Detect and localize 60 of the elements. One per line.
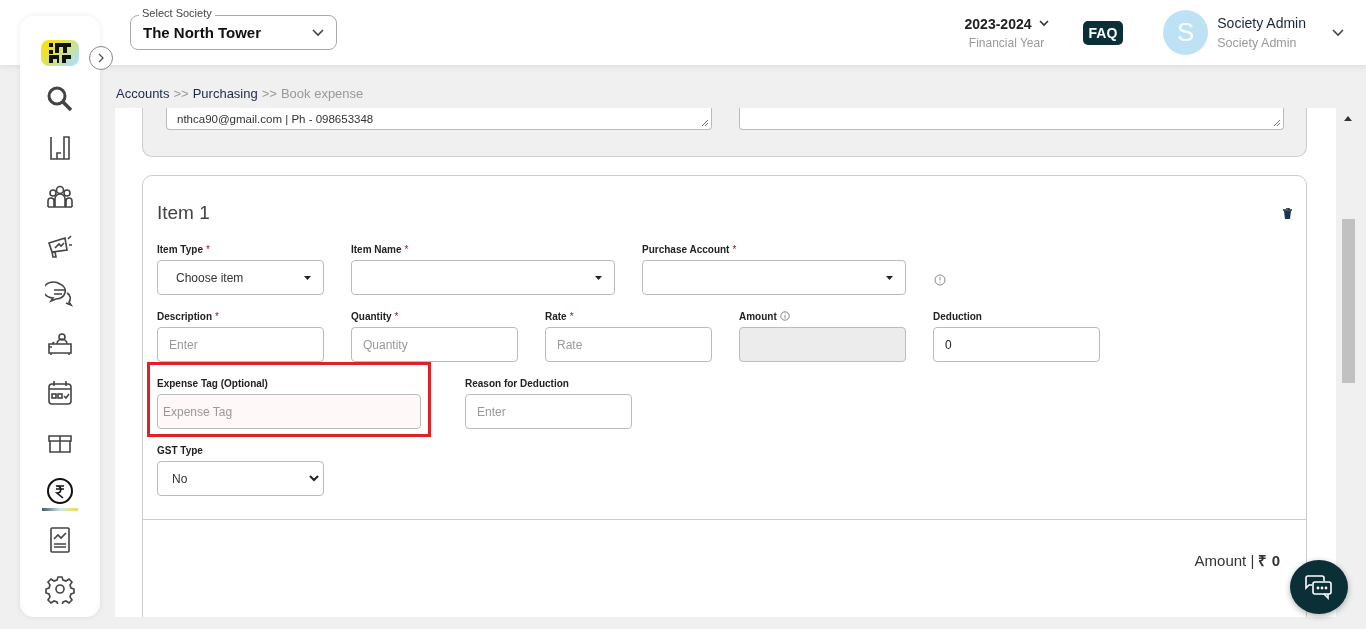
breadcrumb-link[interactable]: Accounts	[116, 86, 170, 108]
financial-year-caption: Financial Year	[968, 35, 1045, 50]
faq-button[interactable]: FAQ	[1082, 20, 1124, 45]
input-field[interactable]: Expense Tag	[157, 394, 421, 429]
required-mark: *	[205, 243, 210, 255]
avatar: S	[1163, 10, 1209, 55]
caret-down-icon	[304, 275, 311, 280]
financial-year-value[interactable]: 2023-2024	[964, 15, 1032, 32]
input-field[interactable]: Enter	[157, 327, 324, 362]
field-label: Deduction	[933, 310, 982, 322]
required-mark: *	[732, 243, 737, 255]
field-label: Reason for Deduction	[465, 377, 569, 389]
user-role: Society Admin	[1217, 36, 1298, 50]
required-mark: *	[404, 243, 409, 255]
dropdown[interactable]: Choose item	[157, 260, 324, 295]
calendar-icon	[45, 378, 75, 408]
resize-grip-icon[interactable]	[1273, 119, 1281, 127]
scroll-up-arrow-icon[interactable]	[1344, 116, 1352, 121]
chat-bubbles-icon	[1304, 573, 1334, 601]
gear-icon	[45, 574, 75, 604]
chevron-right-icon	[96, 53, 106, 63]
chevron-down-icon	[312, 28, 324, 37]
field-label: Amount	[739, 310, 777, 322]
field-label: GST Type	[157, 444, 203, 456]
text-area[interactable]: nthca90@gmail.com | Ph - 098653348	[166, 108, 712, 130]
input-field[interactable]: 0	[933, 327, 1100, 362]
society-name: The North Tower	[143, 24, 262, 41]
breadcrumb-separator: >>	[261, 86, 277, 103]
search-icon	[45, 84, 75, 114]
field-label: Item Type	[157, 243, 203, 255]
trash-icon[interactable]	[1283, 207, 1292, 219]
caret-down-icon	[595, 275, 602, 280]
rupee-icon	[45, 476, 75, 506]
expand-sidebar-button[interactable]	[89, 46, 113, 70]
user-name: Society Admin	[1217, 15, 1306, 31]
required-mark: *	[394, 310, 399, 322]
field-label: Item Name	[351, 243, 402, 255]
field-label: Description	[157, 310, 212, 322]
chevron-down-icon	[309, 475, 319, 482]
chevron-down-icon	[1038, 20, 1049, 27]
item-title: Item 1	[157, 202, 210, 224]
required-mark: *	[215, 310, 219, 322]
field-label: Rate	[545, 310, 567, 322]
input-field[interactable]: Rate	[545, 327, 712, 362]
field-label: Quantity	[351, 310, 392, 322]
resize-grip-icon[interactable]	[700, 119, 709, 127]
required-mark: *	[569, 310, 574, 322]
caret-down-icon	[886, 275, 893, 280]
breadcrumb-separator: >>	[173, 86, 189, 103]
field-label: Expense Tag (Optional)	[157, 377, 268, 389]
society-select-label: Select Society	[139, 7, 215, 19]
dropdown[interactable]: No	[157, 461, 324, 496]
chevron-down-icon[interactable]	[1332, 28, 1344, 37]
field-label: Purchase Account	[642, 243, 730, 255]
logo-icon	[41, 40, 79, 66]
input-field[interactable]: Enter	[465, 394, 632, 429]
scrollbar-thumb[interactable]	[1341, 219, 1355, 383]
input-field[interactable]: Quantity	[351, 327, 518, 362]
breadcrumb-link[interactable]: Purchasing	[192, 86, 258, 108]
total-amount: Amount | ₹ 0	[1194, 551, 1280, 570]
